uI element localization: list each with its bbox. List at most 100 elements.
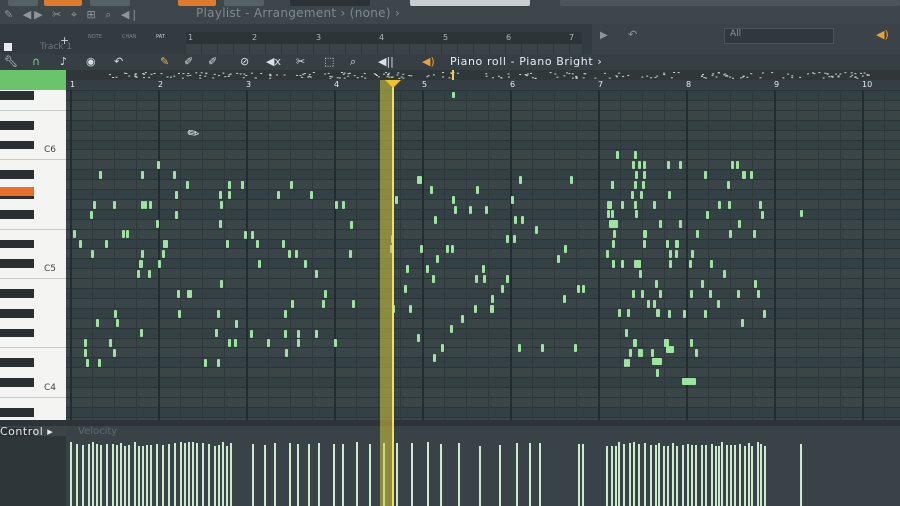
note[interactable] bbox=[679, 161, 682, 169]
note[interactable] bbox=[706, 211, 709, 219]
note[interactable] bbox=[297, 339, 300, 347]
play-icon[interactable]: ▶ bbox=[600, 30, 608, 41]
black-key[interactable] bbox=[0, 289, 34, 298]
note[interactable] bbox=[149, 201, 152, 209]
note[interactable] bbox=[631, 191, 634, 199]
note[interactable] bbox=[219, 220, 222, 228]
toolbar-button[interactable] bbox=[8, 0, 38, 6]
velocity-bar[interactable] bbox=[146, 444, 148, 506]
velocity-bar[interactable] bbox=[516, 443, 518, 506]
note[interactable] bbox=[426, 265, 429, 273]
note[interactable] bbox=[126, 230, 129, 238]
note[interactable] bbox=[404, 285, 407, 293]
velocity-bar[interactable] bbox=[658, 443, 660, 506]
note[interactable] bbox=[291, 300, 294, 308]
velocity-bar[interactable] bbox=[124, 445, 126, 506]
velocity-bar[interactable] bbox=[618, 442, 620, 506]
note[interactable] bbox=[86, 359, 89, 367]
velocity-bar[interactable] bbox=[764, 445, 766, 506]
note[interactable] bbox=[675, 250, 678, 258]
note[interactable] bbox=[679, 220, 682, 228]
velocity-bar[interactable] bbox=[529, 443, 531, 506]
note[interactable] bbox=[91, 250, 94, 258]
velocity-bar[interactable] bbox=[760, 443, 762, 506]
select-icon[interactable]: ⬚ bbox=[324, 55, 334, 68]
note[interactable] bbox=[625, 329, 628, 337]
note[interactable] bbox=[109, 339, 112, 347]
note[interactable] bbox=[668, 191, 671, 199]
paint-icon[interactable]: ✐ bbox=[184, 55, 193, 68]
note[interactable] bbox=[638, 161, 641, 169]
record-icon[interactable]: ◉ bbox=[86, 55, 96, 68]
note[interactable] bbox=[141, 250, 144, 258]
note[interactable] bbox=[175, 211, 178, 219]
note[interactable] bbox=[284, 330, 287, 338]
note[interactable] bbox=[506, 275, 509, 283]
note[interactable] bbox=[695, 349, 698, 357]
note[interactable] bbox=[743, 171, 746, 179]
keyboard-corner[interactable] bbox=[0, 70, 66, 90]
velocity-bar[interactable] bbox=[582, 444, 584, 506]
channel-mode-label[interactable]: CHAN bbox=[122, 34, 136, 40]
note[interactable] bbox=[334, 339, 337, 347]
note[interactable] bbox=[640, 191, 643, 199]
note[interactable] bbox=[624, 359, 627, 367]
note[interactable] bbox=[627, 359, 630, 367]
note[interactable] bbox=[482, 265, 485, 273]
velocity-bar[interactable] bbox=[162, 445, 164, 506]
velocity-bar[interactable] bbox=[606, 445, 608, 506]
note[interactable] bbox=[800, 210, 803, 217]
note[interactable] bbox=[731, 161, 734, 169]
note[interactable] bbox=[652, 358, 662, 365]
note[interactable] bbox=[324, 290, 327, 298]
black-key[interactable] bbox=[0, 170, 34, 180]
velocity-bar[interactable] bbox=[499, 444, 501, 506]
note[interactable] bbox=[656, 369, 659, 377]
velocity-bar[interactable] bbox=[730, 445, 732, 506]
velocity-bar[interactable] bbox=[100, 445, 102, 506]
note[interactable] bbox=[282, 240, 285, 248]
velocity-bar[interactable] bbox=[252, 444, 254, 506]
note[interactable] bbox=[643, 171, 646, 179]
note[interactable] bbox=[701, 280, 704, 288]
velocity-bar[interactable] bbox=[711, 444, 713, 506]
note[interactable] bbox=[741, 319, 744, 327]
note[interactable] bbox=[639, 270, 642, 278]
velocity-bar[interactable] bbox=[623, 443, 625, 506]
note[interactable] bbox=[226, 240, 229, 248]
note[interactable] bbox=[99, 171, 102, 179]
note[interactable] bbox=[659, 220, 662, 228]
note[interactable] bbox=[228, 181, 231, 189]
note[interactable] bbox=[653, 300, 656, 308]
note[interactable] bbox=[113, 349, 116, 357]
note[interactable] bbox=[691, 250, 694, 258]
note[interactable] bbox=[352, 300, 355, 308]
note[interactable] bbox=[285, 349, 288, 357]
note[interactable] bbox=[113, 201, 116, 209]
note[interactable] bbox=[417, 334, 420, 342]
velocity-bar[interactable] bbox=[744, 445, 746, 506]
note[interactable] bbox=[79, 240, 82, 248]
note[interactable] bbox=[175, 191, 178, 199]
note[interactable] bbox=[178, 310, 181, 318]
note[interactable] bbox=[689, 260, 692, 268]
note[interactable] bbox=[669, 250, 672, 258]
note[interactable] bbox=[718, 201, 721, 209]
note[interactable] bbox=[635, 171, 638, 179]
velocity-bar[interactable] bbox=[134, 442, 136, 506]
note[interactable] bbox=[220, 280, 223, 288]
note[interactable] bbox=[644, 230, 647, 238]
note[interactable] bbox=[563, 295, 566, 303]
pencil-icon[interactable]: ✎ bbox=[160, 55, 169, 68]
velocity-bar[interactable] bbox=[479, 445, 481, 506]
black-key[interactable] bbox=[0, 91, 34, 100]
note[interactable] bbox=[696, 230, 699, 238]
note[interactable] bbox=[186, 181, 189, 189]
note[interactable] bbox=[219, 191, 222, 199]
note[interactable] bbox=[666, 346, 674, 353]
control-selector[interactable]: Control ▸ bbox=[0, 425, 53, 438]
velocity-bar[interactable] bbox=[695, 444, 697, 506]
note[interactable] bbox=[621, 201, 624, 209]
velocity-bar[interactable] bbox=[458, 442, 460, 506]
velocity-bar[interactable] bbox=[396, 442, 398, 506]
